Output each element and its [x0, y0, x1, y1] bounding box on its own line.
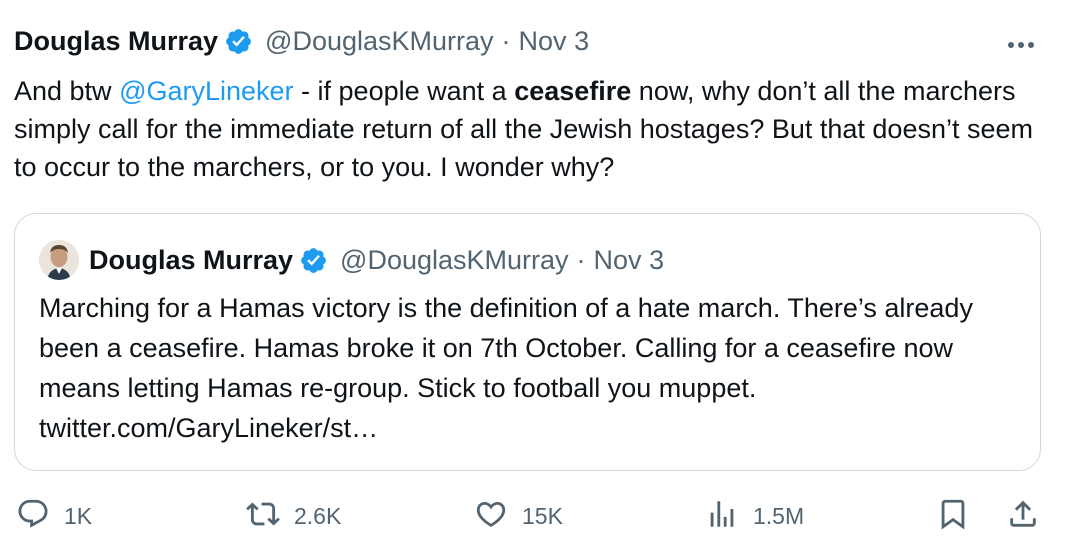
- author-handle[interactable]: @DouglasKMurray: [265, 26, 494, 57]
- avatar[interactable]: [39, 240, 79, 280]
- verified-badge-icon[interactable]: [299, 246, 328, 275]
- share-icon: [1006, 497, 1040, 536]
- mention-link[interactable]: @GaryLineker: [119, 76, 293, 106]
- heart-icon: [474, 497, 508, 536]
- quoted-tweet-date[interactable]: Nov 3: [594, 245, 665, 276]
- quoted-tweet-text: Marching for a Hamas victory is the defi…: [39, 293, 973, 443]
- quoted-tweet[interactable]: Douglas Murray @DouglasKMurray · Nov 3 M…: [14, 213, 1041, 471]
- tweet[interactable]: Douglas Murray @DouglasKMurray · Nov 3 A…: [0, 0, 1072, 560]
- quoted-author-handle[interactable]: @DouglasKMurray: [340, 245, 569, 276]
- tweet-bold-word: ceasefire: [514, 76, 632, 106]
- author-name[interactable]: Douglas Murray: [14, 26, 218, 57]
- tweet-text: And btw @GaryLineker - if people want a …: [14, 72, 1054, 186]
- tweet-date[interactable]: Nov 3: [519, 26, 590, 57]
- tweet-text-part2: - if people want a: [293, 76, 515, 106]
- bookmark-icon: [936, 497, 970, 536]
- like-count: 15K: [522, 502, 563, 529]
- reply-button[interactable]: 1K: [16, 494, 92, 538]
- tweet-text-part1: And btw: [14, 76, 120, 106]
- action-bar: 1K 2.6K 15K 1.5M: [0, 494, 1072, 544]
- verified-badge-icon[interactable]: [224, 27, 253, 56]
- tweet-header: Douglas Murray @DouglasKMurray · Nov 3: [14, 26, 589, 57]
- more-dots-icon[interactable]: [1008, 42, 1034, 48]
- repost-button[interactable]: 2.6K: [246, 494, 341, 538]
- reply-count: 1K: [64, 502, 93, 529]
- quoted-tweet-header: Douglas Murray @DouglasKMurray · Nov 3: [39, 240, 664, 280]
- reply-icon: [16, 497, 50, 536]
- quoted-author-name[interactable]: Douglas Murray: [89, 245, 293, 276]
- like-button[interactable]: 15K: [474, 494, 563, 538]
- repost-count: 2.6K: [294, 502, 342, 529]
- repost-icon: [246, 497, 280, 536]
- views-count: 1.5M: [753, 502, 805, 529]
- separator-dot: ·: [501, 26, 511, 56]
- share-button[interactable]: [1006, 494, 1040, 538]
- views-button[interactable]: 1.5M: [705, 494, 804, 538]
- views-chart-icon: [705, 497, 739, 536]
- separator-dot: ·: [576, 244, 586, 275]
- bookmark-button[interactable]: [936, 494, 970, 538]
